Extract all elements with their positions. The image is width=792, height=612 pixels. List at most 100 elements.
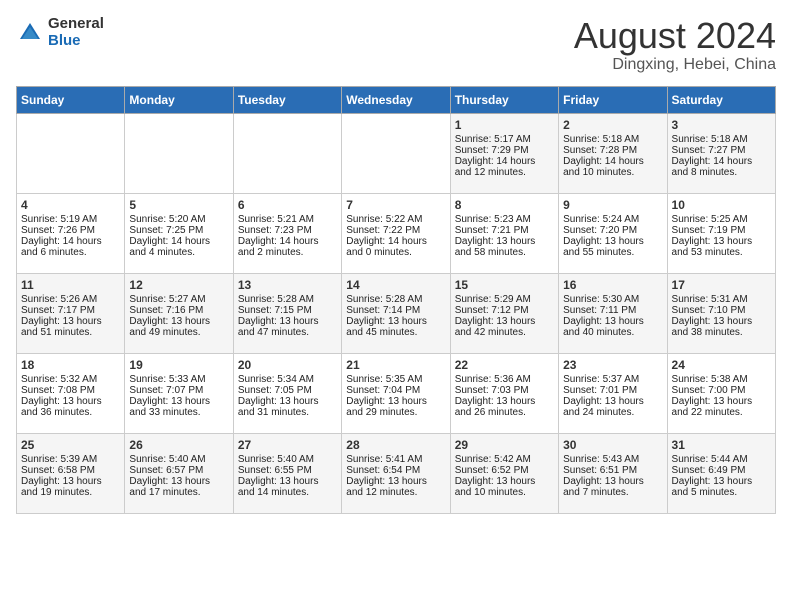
day-number: 26: [129, 438, 228, 452]
day-number: 10: [672, 198, 771, 212]
cell-info: Sunrise: 5:33 AM: [129, 374, 228, 385]
cell-info: Daylight: 13 hours: [238, 476, 337, 487]
cell-info: Sunset: 7:03 PM: [455, 385, 554, 396]
calendar-cell: 19Sunrise: 5:33 AMSunset: 7:07 PMDayligh…: [125, 353, 233, 433]
cell-info: Sunset: 7:12 PM: [455, 305, 554, 316]
cell-info: Sunrise: 5:42 AM: [455, 454, 554, 465]
cell-info: Sunrise: 5:28 AM: [346, 294, 445, 305]
cell-info: Sunset: 6:49 PM: [672, 465, 771, 476]
cell-info: and 24 minutes.: [563, 407, 662, 418]
day-number: 14: [346, 278, 445, 292]
day-number: 1: [455, 118, 554, 132]
cell-info: and 40 minutes.: [563, 327, 662, 338]
cell-info: Daylight: 14 hours: [455, 156, 554, 167]
cell-info: Daylight: 14 hours: [563, 156, 662, 167]
cell-info: and 53 minutes.: [672, 247, 771, 258]
calendar-cell: 5Sunrise: 5:20 AMSunset: 7:25 PMDaylight…: [125, 193, 233, 273]
cell-info: Sunset: 7:17 PM: [21, 305, 120, 316]
cell-info: Sunset: 7:10 PM: [672, 305, 771, 316]
calendar-cell: 4 Sunrise: 5:19 AMSunset: 7:26 PMDaylight…: [17, 193, 125, 273]
day-number: 24: [672, 358, 771, 372]
calendar-cell: [17, 113, 125, 193]
cell-info: Sunset: 7:00 PM: [672, 385, 771, 396]
logo-icon: [16, 19, 44, 47]
cell-info: Sunset: 7:20 PM: [563, 225, 662, 236]
cell-info: and 12 minutes.: [346, 487, 445, 498]
cell-info: Sunrise: 5:18 AM: [672, 134, 771, 145]
cell-info: Sunset: 7:22 PM: [346, 225, 445, 236]
calendar-cell: 17Sunrise: 5:31 AMSunset: 7:10 PMDayligh…: [667, 273, 775, 353]
cell-info: and 36 minutes.: [21, 407, 120, 418]
calendar-cell: 27Sunrise: 5:40 AMSunset: 6:55 PMDayligh…: [233, 433, 341, 513]
cell-info: Daylight: 13 hours: [346, 396, 445, 407]
cell-info: and 31 minutes.: [238, 407, 337, 418]
day-number: 5: [129, 198, 228, 212]
cell-info: Sunrise: 5:21 AM: [238, 214, 337, 225]
calendar-cell: [125, 113, 233, 193]
cell-info: and 7 minutes.: [563, 487, 662, 498]
cell-info: Sunset: 7:05 PM: [238, 385, 337, 396]
cell-info: and 38 minutes.: [672, 327, 771, 338]
cell-info: Daylight: 13 hours: [129, 396, 228, 407]
calendar-cell: 21Sunrise: 5:35 AMSunset: 7:04 PMDayligh…: [342, 353, 450, 433]
cell-info: Daylight: 14 hours: [21, 236, 120, 247]
day-number: 31: [672, 438, 771, 452]
day-number: 4: [21, 198, 120, 212]
title-area: August 2024 Dingxing, Hebei, China: [574, 16, 776, 74]
cell-info: Daylight: 13 hours: [563, 316, 662, 327]
cell-info: Sunset: 7:04 PM: [346, 385, 445, 396]
cell-info: Daylight: 13 hours: [238, 396, 337, 407]
day-number: 25: [21, 438, 120, 452]
day-number: 15: [455, 278, 554, 292]
cell-info: Sunrise: 5:29 AM: [455, 294, 554, 305]
cell-info: Sunrise: 5:18 AM: [563, 134, 662, 145]
calendar-cell: 6Sunrise: 5:21 AMSunset: 7:23 PMDaylight…: [233, 193, 341, 273]
cell-info: Daylight: 13 hours: [563, 236, 662, 247]
cell-info: Sunrise: 5:37 AM: [563, 374, 662, 385]
day-number: 20: [238, 358, 337, 372]
cell-info: and 22 minutes.: [672, 407, 771, 418]
cell-info: and 14 minutes.: [238, 487, 337, 498]
cell-info: Sunset: 6:51 PM: [563, 465, 662, 476]
cell-info: Sunset: 7:26 PM: [21, 225, 120, 236]
cell-info: Sunset: 7:08 PM: [21, 385, 120, 396]
cell-info: Sunset: 6:55 PM: [238, 465, 337, 476]
cell-info: Daylight: 13 hours: [129, 316, 228, 327]
cell-info: Sunset: 6:52 PM: [455, 465, 554, 476]
cell-info: and 26 minutes.: [455, 407, 554, 418]
cell-info: Daylight: 13 hours: [21, 316, 120, 327]
cell-info: Sunrise: 5:34 AM: [238, 374, 337, 385]
cell-info: and 4 minutes.: [129, 247, 228, 258]
day-number: 22: [455, 358, 554, 372]
cell-info: and 19 minutes.: [21, 487, 120, 498]
cell-info: Daylight: 13 hours: [21, 476, 120, 487]
day-number: 28: [346, 438, 445, 452]
cell-info: Sunset: 7:29 PM: [455, 145, 554, 156]
header-day-friday: Friday: [559, 86, 667, 113]
cell-info: Sunset: 7:16 PM: [129, 305, 228, 316]
calendar-cell: 2Sunrise: 5:18 AMSunset: 7:28 PMDaylight…: [559, 113, 667, 193]
calendar-cell: 13Sunrise: 5:28 AMSunset: 7:15 PMDayligh…: [233, 273, 341, 353]
header-row: SundayMondayTuesdayWednesdayThursdayFrid…: [17, 86, 776, 113]
cell-info: Daylight: 13 hours: [238, 316, 337, 327]
cell-info: Sunrise: 5:30 AM: [563, 294, 662, 305]
cell-info: Daylight: 13 hours: [346, 476, 445, 487]
cell-info: Sunrise: 5:27 AM: [129, 294, 228, 305]
main-title: August 2024: [574, 16, 776, 56]
cell-info: Daylight: 13 hours: [346, 316, 445, 327]
header: General Blue August 2024 Dingxing, Hebei…: [16, 16, 776, 74]
cell-info: Sunset: 7:07 PM: [129, 385, 228, 396]
calendar-cell: 1Sunrise: 5:17 AMSunset: 7:29 PMDaylight…: [450, 113, 558, 193]
cell-info: Sunrise: 5:26 AM: [21, 294, 120, 305]
calendar-cell: 20 Sunrise: 5:34 AMSunset: 7:05 PMDayligh…: [233, 353, 341, 433]
cell-info: and 47 minutes.: [238, 327, 337, 338]
calendar-cell: 29Sunrise: 5:42 AMSunset: 6:52 PMDayligh…: [450, 433, 558, 513]
logo-text: General Blue: [48, 16, 104, 49]
cell-info: Sunrise: 5:22 AM: [346, 214, 445, 225]
calendar-body: 1Sunrise: 5:17 AMSunset: 7:29 PMDaylight…: [17, 113, 776, 513]
cell-info: Sunrise: 5:19 AM: [21, 214, 120, 225]
cell-info: Daylight: 14 hours: [129, 236, 228, 247]
header-day-tuesday: Tuesday: [233, 86, 341, 113]
week-row-0: 1Sunrise: 5:17 AMSunset: 7:29 PMDaylight…: [17, 113, 776, 193]
cell-info: Sunset: 7:28 PM: [563, 145, 662, 156]
